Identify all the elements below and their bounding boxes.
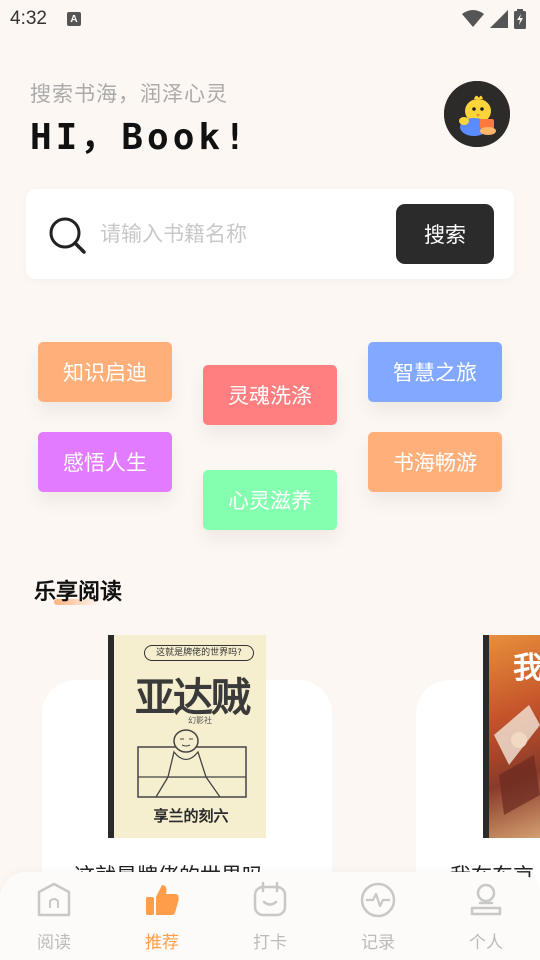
search-button[interactable]: 搜索 — [396, 204, 494, 264]
check-in-icon — [253, 881, 287, 917]
tag-label: 灵魂洗涤 — [228, 384, 312, 408]
wifi-icon — [462, 10, 484, 27]
search-input[interactable] — [100, 211, 380, 257]
search-icon — [49, 217, 86, 254]
tag-label: 书海畅游 — [393, 451, 477, 475]
signal-icon — [490, 10, 508, 28]
nav-item-recommend[interactable]: 推荐 — [108, 872, 216, 960]
book-cover[interactable]: 我 — [483, 635, 540, 838]
activity-icon — [360, 882, 396, 918]
battery-icon — [514, 9, 526, 29]
notification-icon: A — [66, 12, 81, 26]
tag-nourish[interactable]: 心灵滋养 — [203, 470, 337, 530]
tag-knowledge[interactable]: 知识启迪 — [38, 342, 172, 402]
nav-item-records[interactable]: 记录 — [324, 872, 432, 960]
tag-soul[interactable]: 灵魂洗涤 — [203, 365, 337, 425]
cover-top-text: 这就是牌佬的世界吗? — [144, 645, 254, 661]
cover-author: 幻影社 — [188, 716, 212, 725]
cover-main-text: 我 — [513, 651, 540, 686]
nav-label: 个人 — [469, 933, 503, 953]
tag-label: 知识启迪 — [63, 361, 147, 385]
status-time: 4:32 — [10, 8, 47, 29]
nav-label: 打卡 — [253, 933, 287, 953]
bottom-nav: 阅读 推荐 打卡 记录 个人 — [0, 872, 540, 960]
tag-life[interactable]: 感悟人生 — [38, 432, 172, 492]
tag-label: 智慧之旅 — [393, 361, 477, 385]
thumbs-up-icon — [146, 885, 179, 915]
tag-label: 心灵滋养 — [228, 489, 312, 513]
status-bar: 4:32 A — [0, 0, 540, 38]
nav-label: 阅读 — [37, 933, 71, 953]
page-title: HI，Book! — [30, 117, 250, 158]
nav-label: 记录 — [361, 933, 395, 953]
nav-label: 推荐 — [145, 933, 179, 953]
nav-item-profile[interactable]: 个人 — [432, 872, 540, 960]
nav-item-checkin[interactable]: 打卡 — [216, 872, 324, 960]
tag-roam[interactable]: 书海畅游 — [368, 432, 502, 492]
book-cover[interactable]: 这就是牌佬的世界吗? 亚达贼 幻影社 享兰的刻六 — [108, 635, 266, 838]
tag-label: 感悟人生 — [63, 451, 147, 475]
chick-mascot-icon — [444, 81, 510, 147]
tag-wisdom[interactable]: 智慧之旅 — [368, 342, 502, 402]
cover-bottom-text: 享兰的刻六 — [153, 807, 229, 825]
nav-item-reading[interactable]: 阅读 — [0, 872, 108, 960]
header-subtitle: 搜索书海，润泽心灵 — [30, 82, 228, 106]
reading-icon — [37, 882, 71, 917]
cover-illustration — [137, 729, 247, 798]
cover-illustration — [494, 705, 540, 815]
avatar[interactable] — [444, 81, 510, 147]
profile-icon — [470, 883, 502, 916]
section-title: 乐享阅读 — [34, 580, 123, 605]
search-card: 搜索 — [26, 189, 514, 279]
